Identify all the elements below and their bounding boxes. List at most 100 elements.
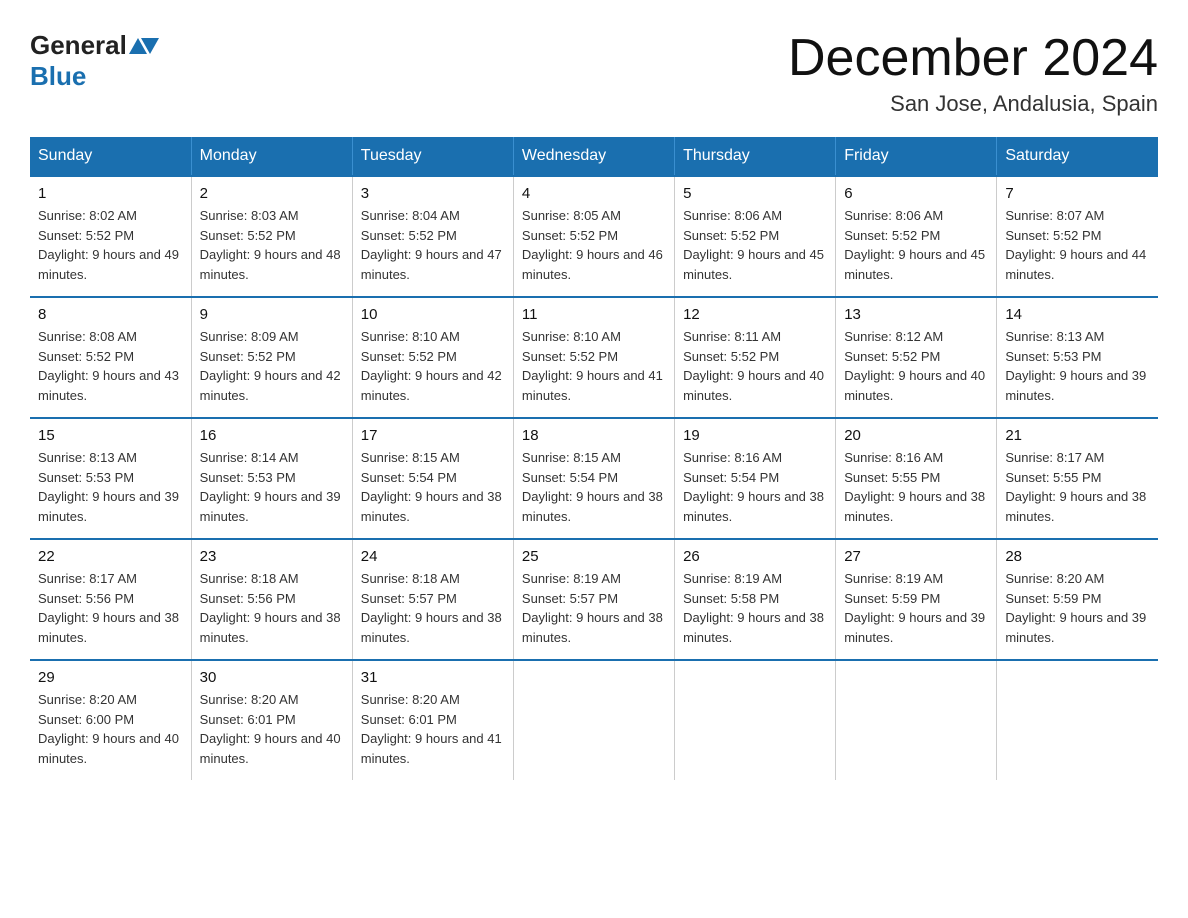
- sunrise-label: Sunrise: 8:10 AM: [522, 329, 621, 344]
- day-number: 12: [683, 306, 827, 323]
- logo-general-text: General: [30, 30, 127, 61]
- day-info: Sunrise: 8:04 AM Sunset: 5:52 PM Dayligh…: [361, 206, 505, 284]
- day-info: Sunrise: 8:17 AM Sunset: 5:55 PM Dayligh…: [1005, 448, 1150, 526]
- calendar-week-row-5: 29 Sunrise: 8:20 AM Sunset: 6:00 PM Dayl…: [30, 660, 1158, 780]
- calendar-cell: 26 Sunrise: 8:19 AM Sunset: 5:58 PM Dayl…: [675, 539, 836, 660]
- sunrise-label: Sunrise: 8:04 AM: [361, 208, 460, 223]
- sunset-label: Sunset: 5:52 PM: [200, 228, 296, 243]
- day-number: 21: [1005, 427, 1150, 444]
- sunset-label: Sunset: 5:54 PM: [683, 470, 779, 485]
- sunset-label: Sunset: 5:52 PM: [361, 349, 457, 364]
- sunrise-label: Sunrise: 8:20 AM: [361, 692, 460, 707]
- sunrise-label: Sunrise: 8:19 AM: [522, 571, 621, 586]
- calendar-header-row: Sunday Monday Tuesday Wednesday Thursday…: [30, 137, 1158, 176]
- logo-icon: [129, 38, 159, 54]
- sunrise-label: Sunrise: 8:15 AM: [361, 450, 460, 465]
- day-info: Sunrise: 8:20 AM Sunset: 6:01 PM Dayligh…: [200, 690, 344, 768]
- sunrise-label: Sunrise: 8:14 AM: [200, 450, 299, 465]
- day-info: Sunrise: 8:10 AM Sunset: 5:52 PM Dayligh…: [361, 327, 505, 405]
- sunset-label: Sunset: 5:52 PM: [38, 349, 134, 364]
- calendar-cell: 31 Sunrise: 8:20 AM Sunset: 6:01 PM Dayl…: [352, 660, 513, 780]
- sunrise-label: Sunrise: 8:20 AM: [38, 692, 137, 707]
- sunset-label: Sunset: 5:52 PM: [1005, 228, 1101, 243]
- calendar-cell: [675, 660, 836, 780]
- daylight-label: Daylight: 9 hours and 39 minutes.: [1005, 368, 1146, 403]
- header-tuesday: Tuesday: [352, 137, 513, 176]
- daylight-label: Daylight: 9 hours and 39 minutes.: [1005, 610, 1146, 645]
- page-header: General Blue December 2024 San Jose, And…: [30, 30, 1158, 117]
- sunrise-label: Sunrise: 8:08 AM: [38, 329, 137, 344]
- calendar-cell: [997, 660, 1158, 780]
- day-number: 9: [200, 306, 344, 323]
- day-number: 1: [38, 185, 183, 202]
- day-number: 13: [844, 306, 988, 323]
- sunset-label: Sunset: 5:56 PM: [200, 591, 296, 606]
- header-saturday: Saturday: [997, 137, 1158, 176]
- header-monday: Monday: [191, 137, 352, 176]
- daylight-label: Daylight: 9 hours and 48 minutes.: [200, 247, 341, 282]
- day-info: Sunrise: 8:05 AM Sunset: 5:52 PM Dayligh…: [522, 206, 666, 284]
- daylight-label: Daylight: 9 hours and 40 minutes.: [844, 368, 985, 403]
- sunset-label: Sunset: 5:58 PM: [683, 591, 779, 606]
- day-number: 25: [522, 548, 666, 565]
- sunrise-label: Sunrise: 8:02 AM: [38, 208, 137, 223]
- sunrise-label: Sunrise: 8:05 AM: [522, 208, 621, 223]
- daylight-label: Daylight: 9 hours and 40 minutes.: [38, 731, 179, 766]
- day-number: 3: [361, 185, 505, 202]
- daylight-label: Daylight: 9 hours and 38 minutes.: [361, 610, 502, 645]
- daylight-label: Daylight: 9 hours and 38 minutes.: [683, 610, 824, 645]
- day-number: 29: [38, 669, 183, 686]
- logo: General Blue: [30, 30, 159, 92]
- header-thursday: Thursday: [675, 137, 836, 176]
- sunrise-label: Sunrise: 8:15 AM: [522, 450, 621, 465]
- sunset-label: Sunset: 6:01 PM: [200, 712, 296, 727]
- calendar-cell: 14 Sunrise: 8:13 AM Sunset: 5:53 PM Dayl…: [997, 297, 1158, 418]
- day-number: 5: [683, 185, 827, 202]
- sunset-label: Sunset: 5:52 PM: [200, 349, 296, 364]
- calendar-cell: 3 Sunrise: 8:04 AM Sunset: 5:52 PM Dayli…: [352, 176, 513, 297]
- sunrise-label: Sunrise: 8:09 AM: [200, 329, 299, 344]
- sunrise-label: Sunrise: 8:20 AM: [200, 692, 299, 707]
- daylight-label: Daylight: 9 hours and 47 minutes.: [361, 247, 502, 282]
- calendar-cell: 17 Sunrise: 8:15 AM Sunset: 5:54 PM Dayl…: [352, 418, 513, 539]
- calendar-cell: 27 Sunrise: 8:19 AM Sunset: 5:59 PM Dayl…: [836, 539, 997, 660]
- sunset-label: Sunset: 5:52 PM: [522, 349, 618, 364]
- sunrise-label: Sunrise: 8:03 AM: [200, 208, 299, 223]
- day-info: Sunrise: 8:19 AM Sunset: 5:58 PM Dayligh…: [683, 569, 827, 647]
- daylight-label: Daylight: 9 hours and 44 minutes.: [1005, 247, 1146, 282]
- day-info: Sunrise: 8:06 AM Sunset: 5:52 PM Dayligh…: [844, 206, 988, 284]
- day-info: Sunrise: 8:16 AM Sunset: 5:54 PM Dayligh…: [683, 448, 827, 526]
- sunset-label: Sunset: 5:52 PM: [683, 228, 779, 243]
- daylight-label: Daylight: 9 hours and 45 minutes.: [844, 247, 985, 282]
- sunset-label: Sunset: 5:53 PM: [1005, 349, 1101, 364]
- sunrise-label: Sunrise: 8:07 AM: [1005, 208, 1104, 223]
- daylight-label: Daylight: 9 hours and 38 minutes.: [522, 610, 663, 645]
- calendar-cell: 10 Sunrise: 8:10 AM Sunset: 5:52 PM Dayl…: [352, 297, 513, 418]
- day-info: Sunrise: 8:09 AM Sunset: 5:52 PM Dayligh…: [200, 327, 344, 405]
- day-number: 11: [522, 306, 666, 323]
- day-info: Sunrise: 8:03 AM Sunset: 5:52 PM Dayligh…: [200, 206, 344, 284]
- sunset-label: Sunset: 5:56 PM: [38, 591, 134, 606]
- sunset-label: Sunset: 5:52 PM: [683, 349, 779, 364]
- calendar-week-row-4: 22 Sunrise: 8:17 AM Sunset: 5:56 PM Dayl…: [30, 539, 1158, 660]
- day-number: 10: [361, 306, 505, 323]
- sunset-label: Sunset: 5:59 PM: [1005, 591, 1101, 606]
- calendar-cell: 25 Sunrise: 8:19 AM Sunset: 5:57 PM Dayl…: [513, 539, 674, 660]
- calendar-cell: 4 Sunrise: 8:05 AM Sunset: 5:52 PM Dayli…: [513, 176, 674, 297]
- day-number: 19: [683, 427, 827, 444]
- day-info: Sunrise: 8:20 AM Sunset: 6:00 PM Dayligh…: [38, 690, 183, 768]
- day-info: Sunrise: 8:12 AM Sunset: 5:52 PM Dayligh…: [844, 327, 988, 405]
- header-friday: Friday: [836, 137, 997, 176]
- calendar-cell: 28 Sunrise: 8:20 AM Sunset: 5:59 PM Dayl…: [997, 539, 1158, 660]
- calendar-cell: 23 Sunrise: 8:18 AM Sunset: 5:56 PM Dayl…: [191, 539, 352, 660]
- sunrise-label: Sunrise: 8:11 AM: [683, 329, 781, 344]
- header-wednesday: Wednesday: [513, 137, 674, 176]
- sunrise-label: Sunrise: 8:20 AM: [1005, 571, 1104, 586]
- day-number: 16: [200, 427, 344, 444]
- calendar-cell: 29 Sunrise: 8:20 AM Sunset: 6:00 PM Dayl…: [30, 660, 191, 780]
- day-number: 22: [38, 548, 183, 565]
- day-number: 8: [38, 306, 183, 323]
- calendar-cell: 6 Sunrise: 8:06 AM Sunset: 5:52 PM Dayli…: [836, 176, 997, 297]
- day-info: Sunrise: 8:02 AM Sunset: 5:52 PM Dayligh…: [38, 206, 183, 284]
- day-info: Sunrise: 8:13 AM Sunset: 5:53 PM Dayligh…: [38, 448, 183, 526]
